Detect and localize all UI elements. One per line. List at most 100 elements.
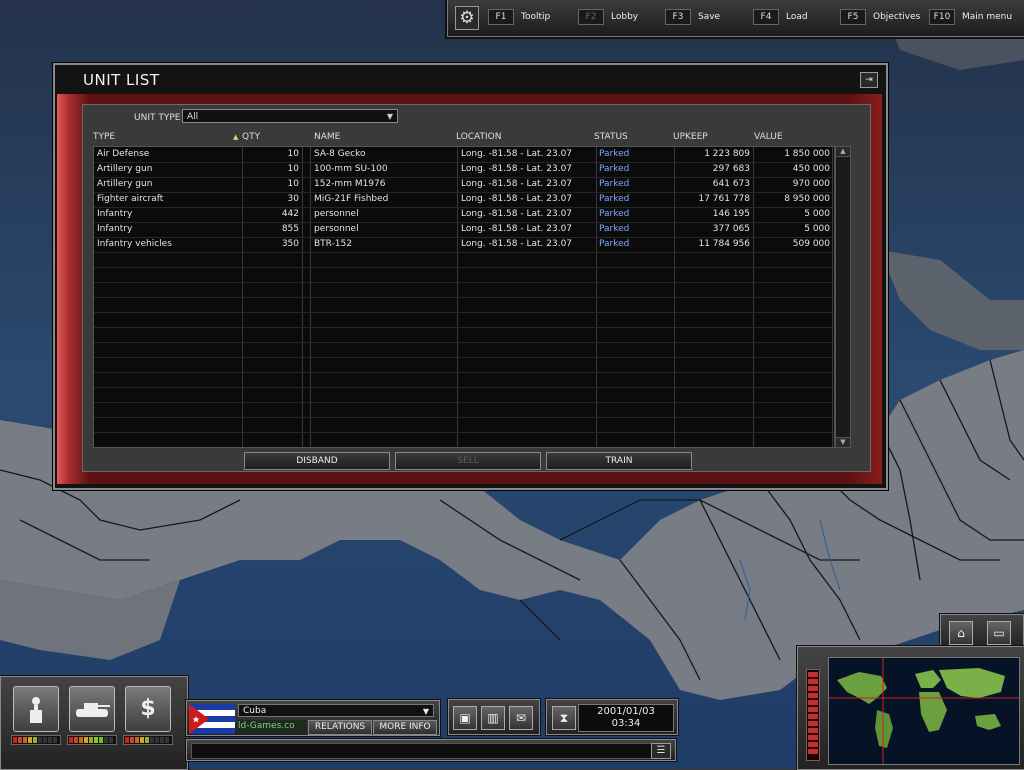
hourglass-icon[interactable]: ⧗ [552,706,576,730]
column-header-type[interactable]: TYPE [93,132,115,142]
column-header-upkeep[interactable]: UPKEEP [673,132,708,142]
cell-type: Infantry vehicles [97,239,172,249]
relations-button[interactable]: RELATIONS [308,720,372,735]
stability-meter [11,735,61,745]
cell-value: 450 000 [792,164,830,174]
cell-type: Infantry [97,209,133,219]
column-header-location[interactable]: LOCATION [456,132,502,142]
scroll-up-icon[interactable]: ▲ [836,147,850,157]
hotkey-objectives[interactable]: F5 Objectives [840,9,920,25]
minimap-panel [797,646,1024,770]
hotkey-tooltip[interactable]: F1 Tooltip [488,9,550,25]
unit-type-dropdown[interactable]: All ▼ [182,109,398,123]
cell-name: personnel [314,209,359,219]
table-row [94,387,834,403]
unit-type-value: All [187,112,199,122]
cell-name: 100-mm SU-100 [314,164,388,174]
table-row [94,357,834,373]
disband-button[interactable]: DISBAND [244,452,390,470]
time-text: 03:34 [611,718,641,729]
alert-level-bar [806,669,820,761]
unit-table[interactable]: Air Defense 10 SA-8 Gecko Long. -81.58 - La… [93,146,835,448]
chat-log-icon[interactable]: ☰ [651,743,671,759]
cell-status: Parked [599,194,630,204]
home-icon[interactable]: ⌂ [949,621,973,645]
table-row[interactable]: Infantry 442 personnel Long. -81.58 - Lat. … [94,207,834,223]
table-row [94,417,834,433]
table-row [94,282,834,298]
date-display: 2001/01/03 03:34 [578,704,674,732]
cell-upkeep: 641 673 [712,179,750,189]
cell-qty: 30 [287,194,299,204]
unit-icon[interactable]: ▭ [987,621,1011,645]
computer-icon[interactable]: ▣ [453,706,477,730]
table-row[interactable]: Artillery gun 10 152-mm M1976 Long. -81.58 … [94,177,834,193]
window-title: UNIT LIST [83,71,160,89]
column-header-value[interactable]: VALUE [754,132,783,142]
mail-icon[interactable]: ✉ [509,706,533,730]
table-row [94,402,834,418]
cell-qty: 442 [281,209,299,219]
hotkey-key: F4 [753,9,779,25]
cell-status: Parked [599,209,630,219]
hotkey-label: Load [786,12,808,22]
more-info-button[interactable]: MORE INFO [373,720,437,735]
table-row [94,342,834,358]
cell-value: 970 000 [792,179,830,189]
cell-location: Long. -81.58 - Lat. 23.07 [461,239,573,249]
cell-upkeep: 297 683 [712,164,750,174]
table-row [94,252,834,268]
minimap-buttons: ⌂ ▭ [940,614,1024,650]
sort-asc-icon: ▲ [233,133,239,141]
column-header-status[interactable]: STATUS [594,132,628,142]
column-header-qty[interactable]: QTY [242,132,260,142]
cell-value: 509 000 [792,239,830,249]
cell-value: 8 950 000 [784,194,830,204]
cell-type: Fighter aircraft [97,194,164,204]
cell-type: Artillery gun [97,179,153,189]
cell-name: SA-8 Gecko [314,149,366,159]
cell-value: 5 000 [804,224,830,234]
scroll-down-icon[interactable]: ▼ [836,437,850,447]
table-row[interactable]: Infantry 855 personnel Long. -81.58 - Lat. … [94,222,834,238]
hotkey-key: F3 [665,9,691,25]
cell-type: Infantry [97,224,133,234]
country-dropdown[interactable]: Cuba ▼ [238,704,434,717]
military-meter [67,735,117,745]
cell-name: BTR-152 [314,239,352,249]
chat-bar: ☰ [186,739,676,761]
vertical-scrollbar[interactable]: ▲ ▼ [835,146,851,448]
cell-status: Parked [599,224,630,234]
table-row[interactable]: Infantry vehicles 350 BTR-152 Long. -81.58 … [94,237,834,253]
politics-icon[interactable] [13,686,59,732]
exit-icon[interactable]: ⇥ [860,72,878,88]
cell-upkeep: 11 784 956 [698,239,750,249]
cell-qty: 10 [287,149,299,159]
cell-qty: 10 [287,179,299,189]
hotkey-label: Lobby [611,12,639,22]
cuba-flag-icon [189,704,235,734]
table-row[interactable]: Fighter aircraft 30 MiG-21F Fishbed Long. -… [94,192,834,208]
cell-qty: 10 [287,164,299,174]
hotkey-key: F2 [578,9,604,25]
unit-list-window: UNIT LIST ⇥ UNIT TYPE All ▼ TYPE ▲ QTY N… [53,63,888,490]
train-button[interactable]: TRAIN [546,452,692,470]
table-row[interactable]: Air Defense 10 SA-8 Gecko Long. -81.58 - La… [94,147,834,163]
hotkey-main-menu[interactable]: F10 Main menu [929,9,1012,25]
tank-icon[interactable] [69,686,115,732]
gear-icon[interactable]: ⚙ [455,6,479,30]
cell-location: Long. -81.58 - Lat. 23.07 [461,209,573,219]
cell-status: Parked [599,164,630,174]
hotkey-bar: ⚙ F1 Tooltip F2 Lobby F3 Save F4 Load F5 Obje… [447,0,1024,37]
hotkey-save[interactable]: F3 Save [665,9,720,25]
chart-icon[interactable]: ▥ [481,706,505,730]
hotkey-load[interactable]: F4 Load [753,9,808,25]
world-minimap[interactable] [828,657,1020,765]
chat-input[interactable] [191,743,653,759]
hotkey-label: Objectives [873,12,921,22]
tools-panel: ▣ ▥ ✉ [448,699,540,735]
dollar-icon[interactable]: $ [125,686,171,732]
column-header-name[interactable]: NAME [314,132,340,142]
table-row[interactable]: Artillery gun 10 100-mm SU-100 Long. -81.58… [94,162,834,178]
cell-name: MiG-21F Fishbed [314,194,389,204]
